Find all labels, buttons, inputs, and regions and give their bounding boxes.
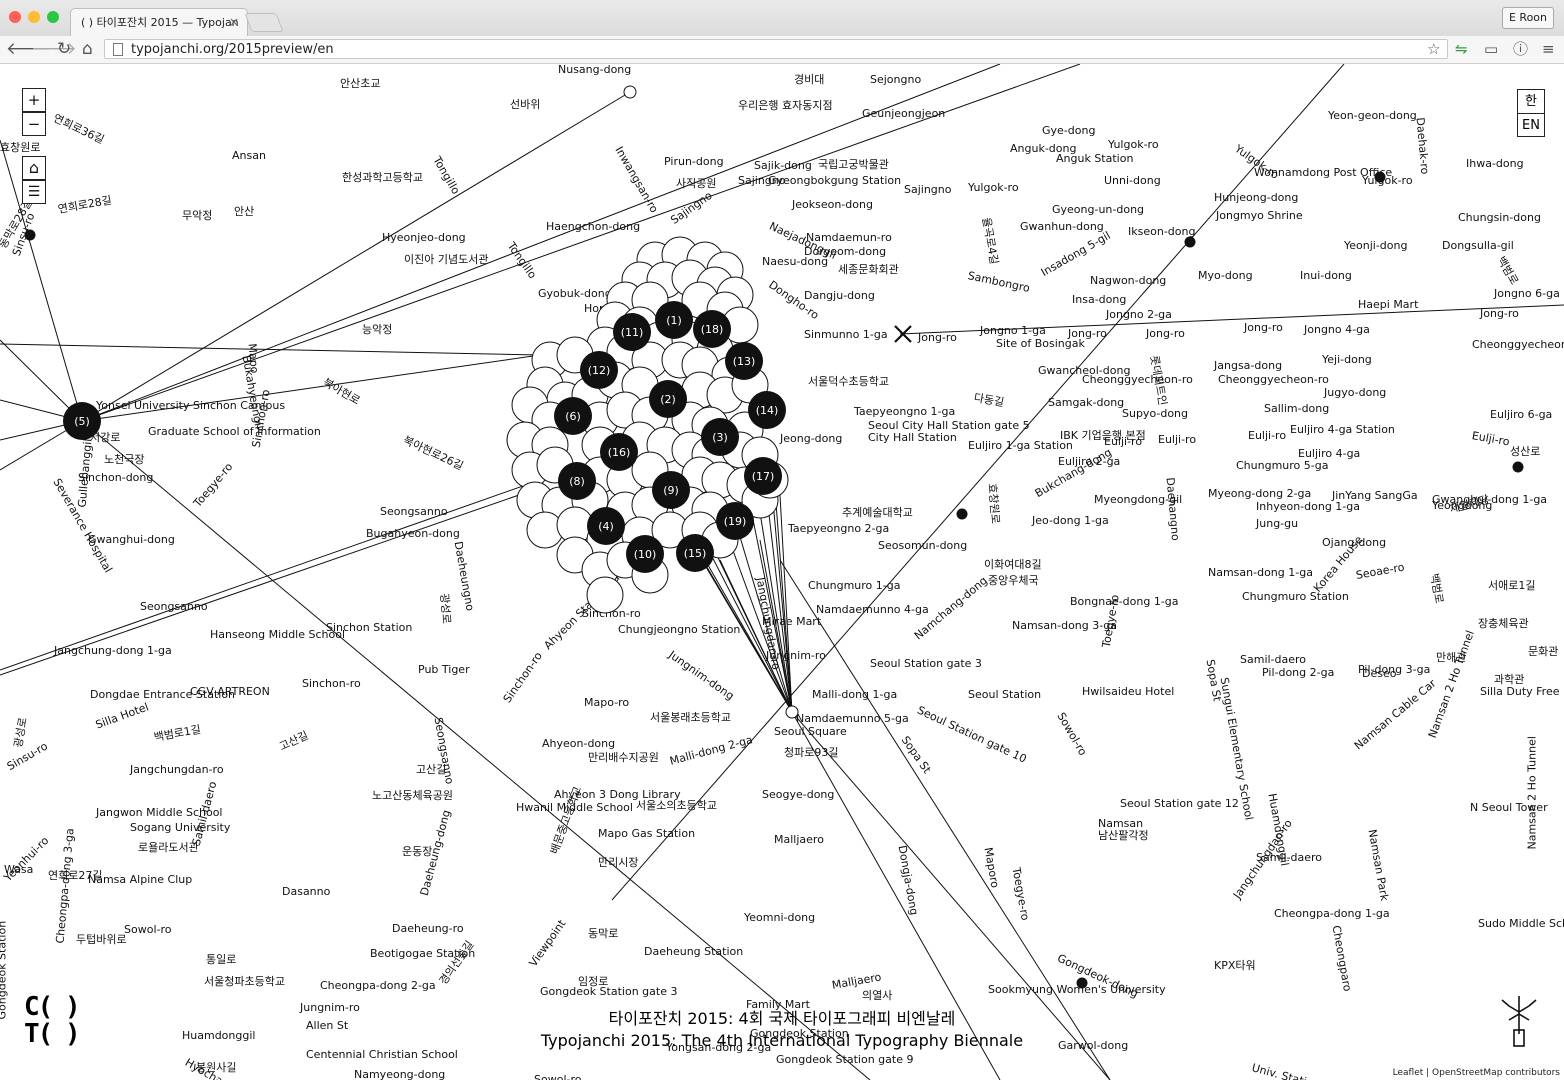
window-minimize-button[interactable]	[28, 11, 40, 23]
numbered-marker[interactable]: (14)	[748, 391, 786, 429]
marker-label: (17)	[752, 470, 775, 483]
marker-label: (11)	[621, 326, 644, 339]
star-icon[interactable]: ☆	[1427, 39, 1440, 59]
numbered-marker[interactable]: (4)	[587, 507, 625, 545]
profile-button[interactable]: E Roon	[1501, 7, 1554, 29]
numbered-marker[interactable]: (15)	[676, 534, 714, 572]
menu-icon[interactable]: ≡	[1542, 39, 1555, 59]
home-view-icon[interactable]: ⌂	[22, 156, 46, 180]
marker-label: (2)	[660, 393, 676, 406]
numbered-marker[interactable]: (3)	[701, 418, 739, 456]
reload-icon[interactable]: ↻	[57, 39, 71, 59]
numbered-marker[interactable]: (18)	[693, 310, 731, 348]
marker-label: (19)	[724, 515, 747, 528]
marker-label: (1)	[666, 314, 682, 327]
map-view[interactable]: 안산초교 Nusang-dong 경비대 Sejongno 선바위 우리은행 효자동지점 G…	[0, 64, 1564, 1080]
marker-label: (6)	[565, 410, 581, 423]
numbered-marker[interactable]: (6)	[554, 397, 592, 435]
location-bubble[interactable]	[586, 576, 624, 614]
window-close-button[interactable]	[9, 11, 21, 23]
browser-tab[interactable]: ( ) 타이포잔치 2015 — Typojan ×	[70, 8, 248, 36]
info-icon[interactable]: ⓘ	[1513, 39, 1528, 59]
numbered-marker[interactable]: (13)	[725, 342, 763, 380]
new-tab-button[interactable]	[244, 13, 284, 32]
numbered-marker[interactable]: (19)	[716, 502, 754, 540]
caption-korean: 타이포잔치 2015: 4회 국제 타이포그래피 비엔날레	[608, 1009, 956, 1028]
list-icon[interactable]: ☰	[22, 180, 46, 204]
numbered-marker[interactable]: (1)	[655, 301, 693, 339]
browser-toolbar: 🡐 🡒 ↻ ⌂ typojanchi.org/2015preview/en ☆ …	[0, 36, 1564, 64]
numbered-marker[interactable]: (12)	[580, 351, 618, 389]
numbered-marker[interactable]: (17)	[744, 457, 782, 495]
page-icon	[113, 43, 123, 56]
marker-label: (18)	[701, 323, 724, 336]
marker-label: (13)	[733, 355, 756, 368]
numbered-marker[interactable]: (5)	[63, 402, 101, 440]
extension-icon[interactable]: ⇋	[1455, 39, 1468, 59]
marker-label: (10)	[634, 548, 657, 561]
window-zoom-button[interactable]	[47, 11, 59, 23]
lang-ko-button[interactable]: 한	[1518, 90, 1544, 114]
numbered-marker[interactable]: (8)	[558, 462, 596, 500]
marker-layer: (1) (2) (3) (4) (5) (6) (8) (9) (10) (11) (12) (13)…	[63, 236, 789, 614]
exhibition-caption: 타이포잔치 2015: 4회 국제 타이포그래피 비엔날레 Typojanchi…	[0, 1008, 1564, 1052]
tab-close-icon[interactable]: ×	[229, 9, 239, 36]
zoom-out-button[interactable]: −	[22, 112, 46, 136]
marker-label: (16)	[608, 446, 631, 459]
numbered-marker[interactable]: (11)	[613, 313, 651, 351]
zoom-in-button[interactable]: +	[22, 88, 46, 112]
caption-english: Typojanchi 2015: The 4th International T…	[540, 1031, 1024, 1050]
lang-en-button[interactable]: EN	[1518, 114, 1544, 137]
address-bar[interactable]: typojanchi.org/2015preview/en	[104, 39, 1448, 59]
tab-title: ( ) 타이포잔치 2015 — Typojan	[81, 16, 239, 29]
marker-label: (4)	[598, 520, 614, 533]
map-attribution[interactable]: Leaflet | OpenStreetMap contributors	[1390, 1068, 1562, 1078]
marker-label: (14)	[756, 404, 779, 417]
numbered-marker[interactable]: (10)	[626, 535, 664, 573]
numbered-marker[interactable]: (2)	[649, 380, 687, 418]
language-switcher: 한 EN	[1517, 89, 1545, 137]
marker-label: (5)	[74, 415, 90, 428]
url-text: typojanchi.org/2015preview/en	[131, 42, 334, 57]
home-icon[interactable]: ⌂	[82, 39, 93, 59]
marker-label: (12)	[588, 364, 611, 377]
marker-label: (15)	[684, 547, 707, 560]
marker-label: (9)	[663, 484, 679, 497]
figure-logo-icon	[1501, 996, 1537, 1047]
marker-label: (8)	[569, 475, 585, 488]
numbered-marker[interactable]: (9)	[652, 471, 690, 509]
marker-label: (3)	[712, 431, 728, 444]
numbered-marker[interactable]: (16)	[600, 433, 638, 471]
browser-tab-bar: ( ) 타이포잔치 2015 — Typojan × E Roon	[0, 0, 1564, 37]
cast-icon[interactable]: ▭	[1484, 39, 1498, 59]
